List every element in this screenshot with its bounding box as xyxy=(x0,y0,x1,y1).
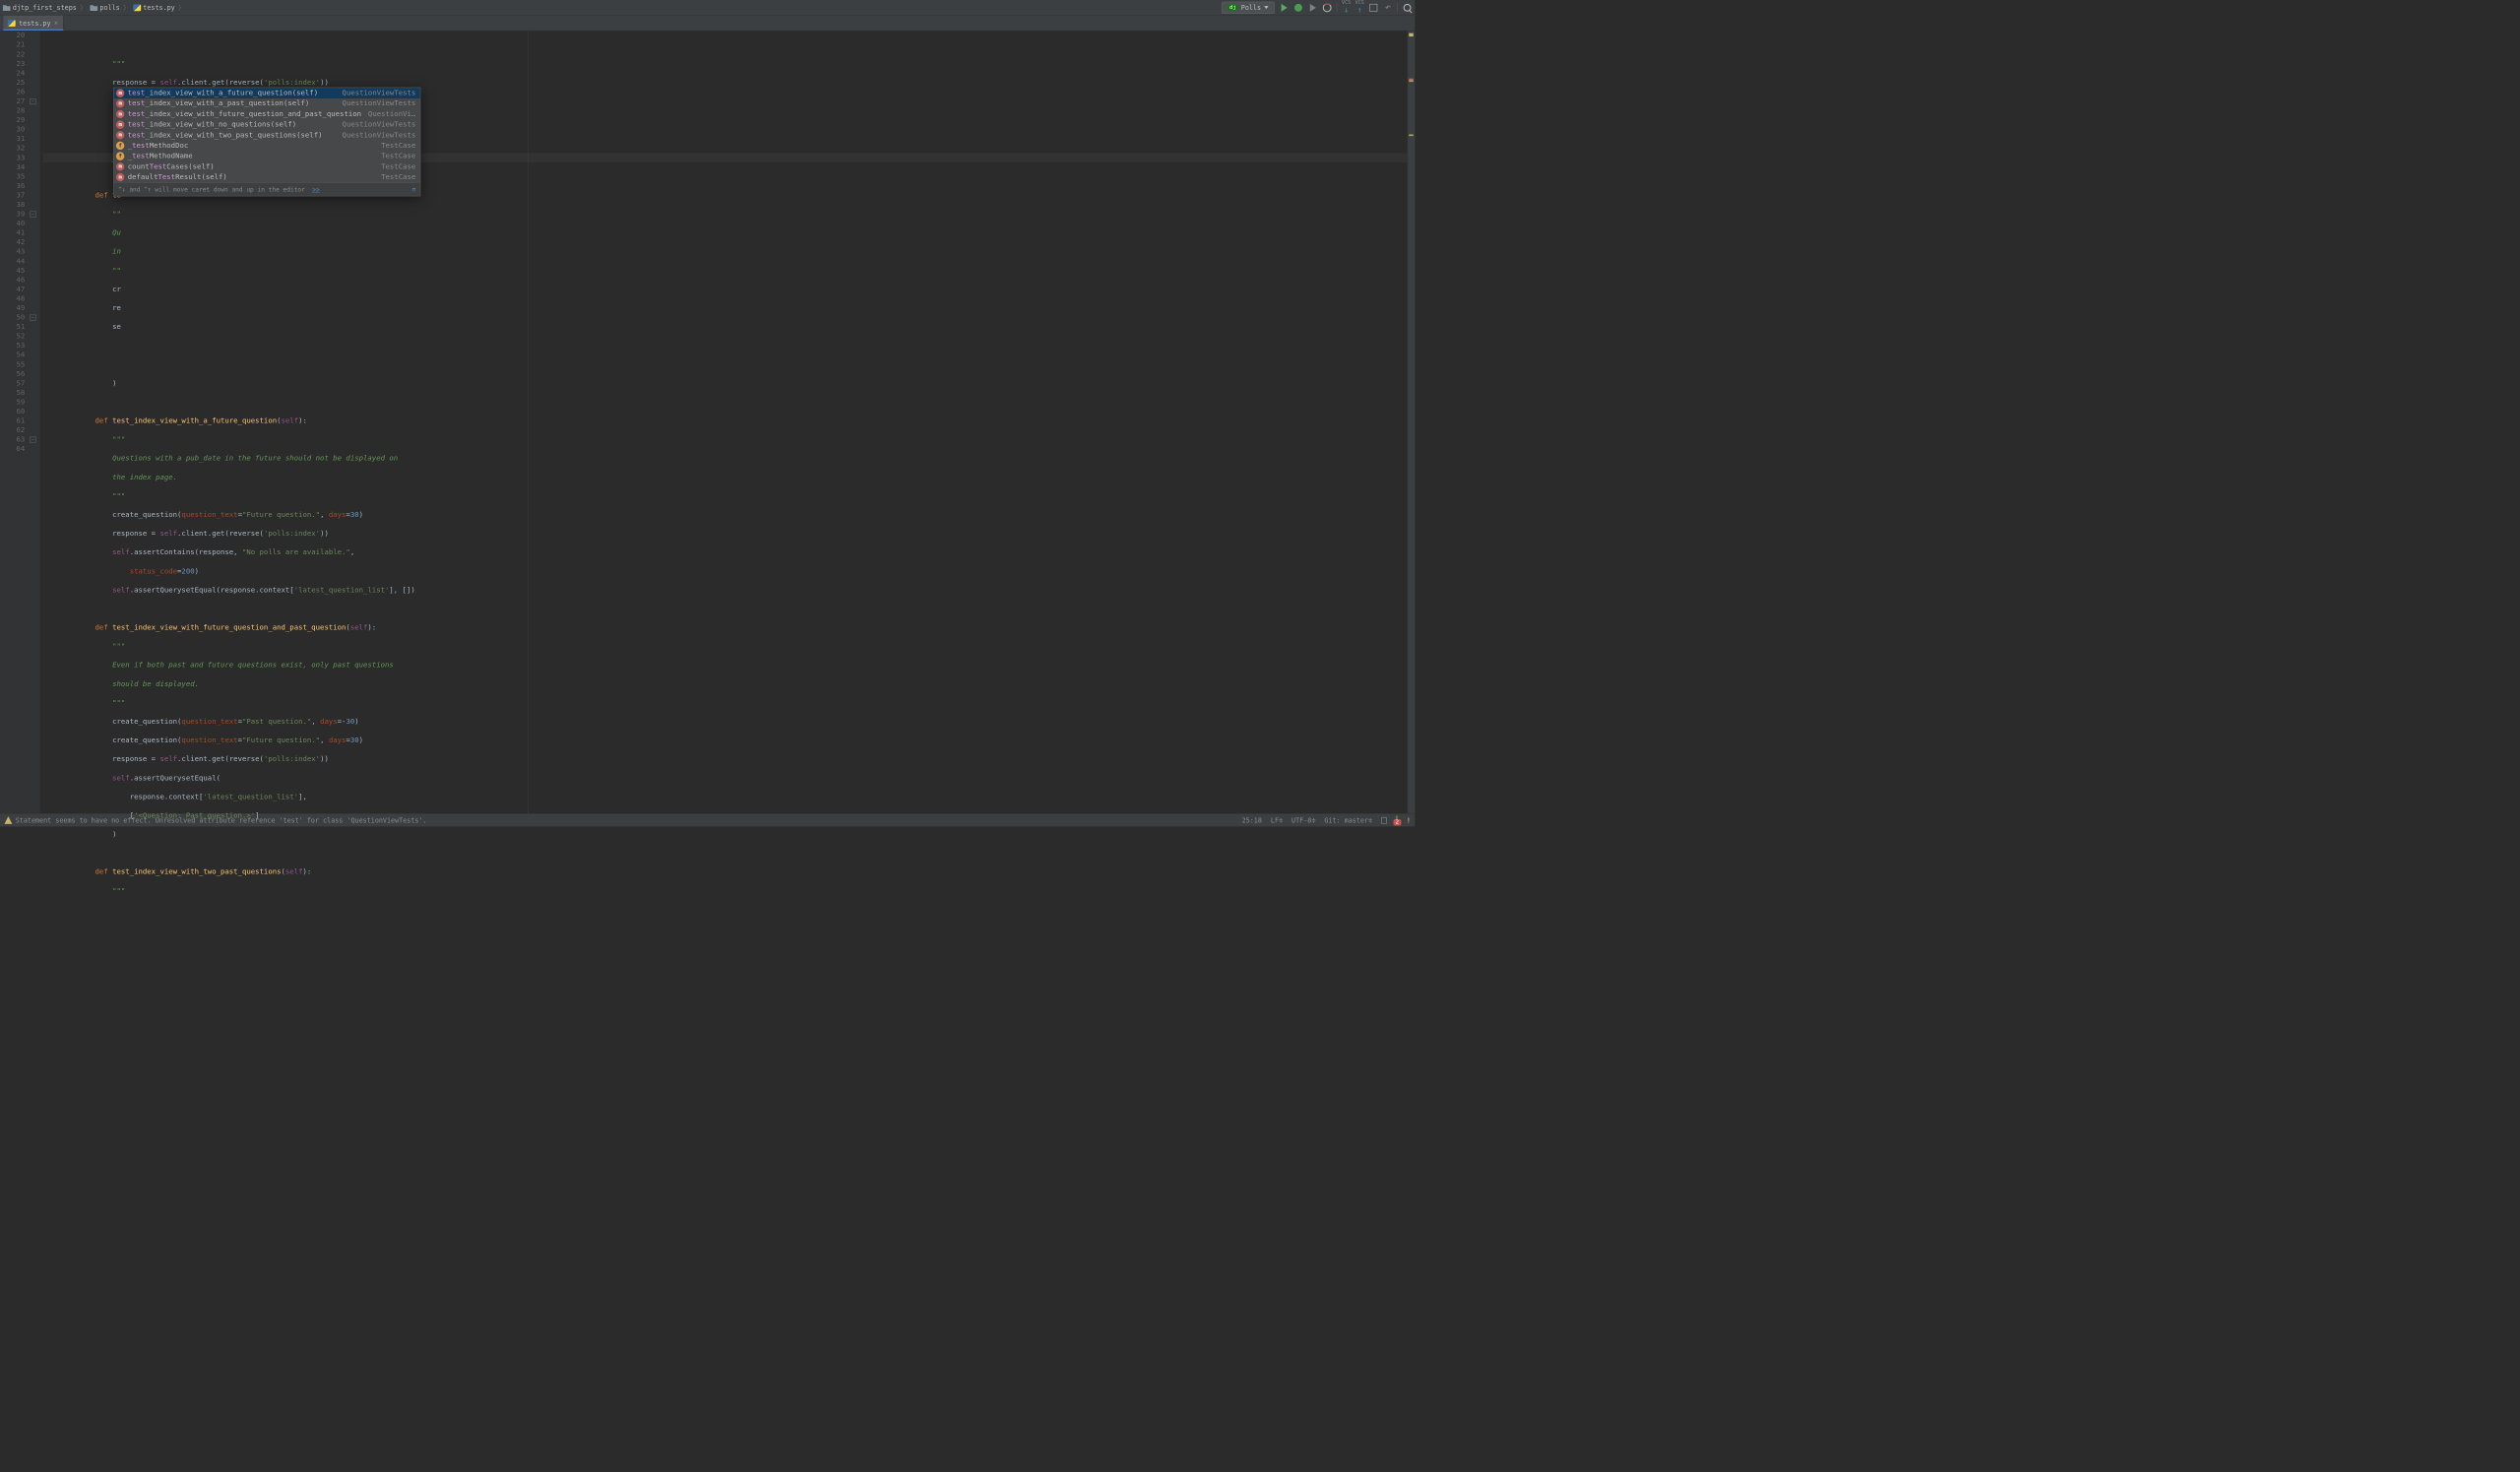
notifications-button[interactable]: 2 xyxy=(1396,816,1398,824)
completion-label: test_index_view_with_two_past_questions(… xyxy=(128,131,323,141)
completion-tail: QuestionViewTests xyxy=(343,120,416,130)
completion-label: test_index_view_with_a_past_question(sel… xyxy=(128,99,310,109)
completion-label: test_index_view_with_a_future_question(s… xyxy=(128,89,318,98)
chevron-right-icon: 〉 xyxy=(80,3,87,13)
folder-icon xyxy=(3,4,11,11)
fold-toggle[interactable]: − xyxy=(30,211,35,217)
method-icon: m xyxy=(116,131,124,139)
completion-item[interactable]: f _testMethodName TestCase xyxy=(114,151,420,161)
main-toolbar: djtp_first_steps 〉 polls 〉 tests.py 〉 dj… xyxy=(0,0,1415,16)
fold-toggle[interactable]: − xyxy=(30,314,35,320)
python-file-icon xyxy=(133,4,141,11)
footer-link[interactable]: >> xyxy=(312,186,319,193)
run-with-coverage-button[interactable] xyxy=(1308,3,1318,13)
breadcrumb: djtp_first_steps 〉 polls 〉 tests.py 〉 xyxy=(3,3,186,13)
fold-toggle[interactable]: − xyxy=(30,437,35,443)
completion-item[interactable]: m countTestCases(self) TestCase xyxy=(114,161,420,172)
completion-tail: TestCase xyxy=(381,162,415,172)
error-stripe[interactable] xyxy=(1408,31,1416,813)
breadcrumb-item[interactable]: tests.py xyxy=(133,4,175,12)
method-icon: m xyxy=(116,99,124,107)
method-icon: m xyxy=(116,162,124,170)
close-icon[interactable]: × xyxy=(54,19,58,27)
search-icon xyxy=(1404,4,1412,12)
right-margin xyxy=(528,31,529,813)
completion-tail: QuestionViewTests xyxy=(343,131,416,141)
python-file-icon xyxy=(8,20,16,27)
breadcrumb-item[interactable]: polls xyxy=(90,4,119,12)
separator xyxy=(1337,3,1338,13)
profile-button[interactable] xyxy=(1322,3,1332,13)
breadcrumb-item[interactable]: djtp_first_steps xyxy=(3,4,77,12)
bug-icon xyxy=(1294,4,1302,12)
completion-tail: TestCase xyxy=(381,152,415,161)
field-icon: f xyxy=(116,142,124,150)
completion-item[interactable]: m test_index_view_with_two_past_questions… xyxy=(114,130,420,141)
vcs-update-button[interactable]: VCS↓ xyxy=(1342,1,1351,15)
method-icon: m xyxy=(116,173,124,181)
warning-marker[interactable] xyxy=(1409,134,1413,136)
completion-label: test_index_view_with_future_question_and… xyxy=(128,109,361,119)
completion-item[interactable]: m test_index_view_with_no_questions(self)… xyxy=(114,119,420,130)
arrow-up-icon: ↑ xyxy=(1357,6,1362,15)
field-icon: f xyxy=(116,152,124,160)
coverage-icon xyxy=(1310,4,1316,12)
completion-item[interactable]: m test_index_view_with_future_question_an… xyxy=(114,109,420,120)
editor[interactable]: 2021222324252627282930313233343536373839… xyxy=(0,31,1415,813)
folder-icon xyxy=(90,4,97,11)
run-configuration-selector[interactable]: dj Polls xyxy=(1222,1,1275,13)
chevron-down-icon xyxy=(1264,6,1268,9)
lock-icon[interactable] xyxy=(1381,817,1387,824)
fold-toggle[interactable]: − xyxy=(30,98,35,104)
chevron-right-icon: 〉 xyxy=(178,3,185,13)
separator xyxy=(1397,3,1398,13)
method-icon: m xyxy=(116,120,124,128)
search-everywhere-button[interactable] xyxy=(1403,3,1413,13)
inspection-indicator[interactable] xyxy=(1409,33,1413,36)
completion-popup[interactable]: m test_index_view_with_a_future_question(… xyxy=(113,88,420,197)
completion-label: countTestCases(self) xyxy=(128,162,215,172)
method-icon: m xyxy=(116,89,124,96)
editor-tabs: tests.py × xyxy=(0,16,1415,32)
completion-footer: ^↓ and ^↑ will move caret down and up in… xyxy=(114,182,420,195)
method-icon: m xyxy=(116,110,124,118)
code-area[interactable]: """ response = self.client.get(reverse('… xyxy=(39,31,1415,813)
completion-tail: TestCase xyxy=(381,141,415,151)
revert-button[interactable]: ↶ xyxy=(1383,3,1393,13)
run-button[interactable] xyxy=(1280,3,1290,13)
completion-item[interactable]: m defaultTestResult(self) TestCase xyxy=(114,172,420,183)
debug-button[interactable] xyxy=(1293,3,1303,13)
compare-icon xyxy=(1369,4,1377,12)
vcs-commit-button[interactable]: VCS↑ xyxy=(1355,1,1364,15)
completion-tail: QuestionViewTests xyxy=(343,89,416,98)
pi-icon[interactable]: π xyxy=(412,185,416,195)
completion-tail: TestCase xyxy=(381,172,415,182)
completion-tail: QuestionVi… xyxy=(368,109,415,119)
warning-icon[interactable] xyxy=(4,816,12,824)
gutter[interactable]: 2021222324252627282930313233343536373839… xyxy=(0,31,39,813)
warning-marker[interactable] xyxy=(1409,80,1413,82)
completion-item[interactable]: f _testMethodDoc TestCase xyxy=(114,141,420,152)
play-icon xyxy=(1282,4,1288,12)
completion-label: _testMethodName xyxy=(128,152,193,161)
chevron-right-icon: 〉 xyxy=(123,3,130,13)
completion-item[interactable]: m test_index_view_with_a_future_question(… xyxy=(114,88,420,98)
undo-icon: ↶ xyxy=(1385,2,1391,14)
completion-label: defaultTestResult(self) xyxy=(128,172,227,182)
completion-label: _testMethodDoc xyxy=(128,141,189,151)
clock-icon xyxy=(1323,3,1332,12)
completion-item[interactable]: m test_index_view_with_a_past_question(se… xyxy=(114,98,420,109)
django-icon: dj xyxy=(1228,4,1237,10)
completion-tail: QuestionViewTests xyxy=(343,99,416,109)
completion-label: test_index_view_with_no_questions(self) xyxy=(128,120,296,130)
arrow-down-icon: ↓ xyxy=(1344,6,1349,15)
editor-tab[interactable]: tests.py × xyxy=(3,16,63,31)
vcs-history-button[interactable] xyxy=(1368,3,1378,13)
